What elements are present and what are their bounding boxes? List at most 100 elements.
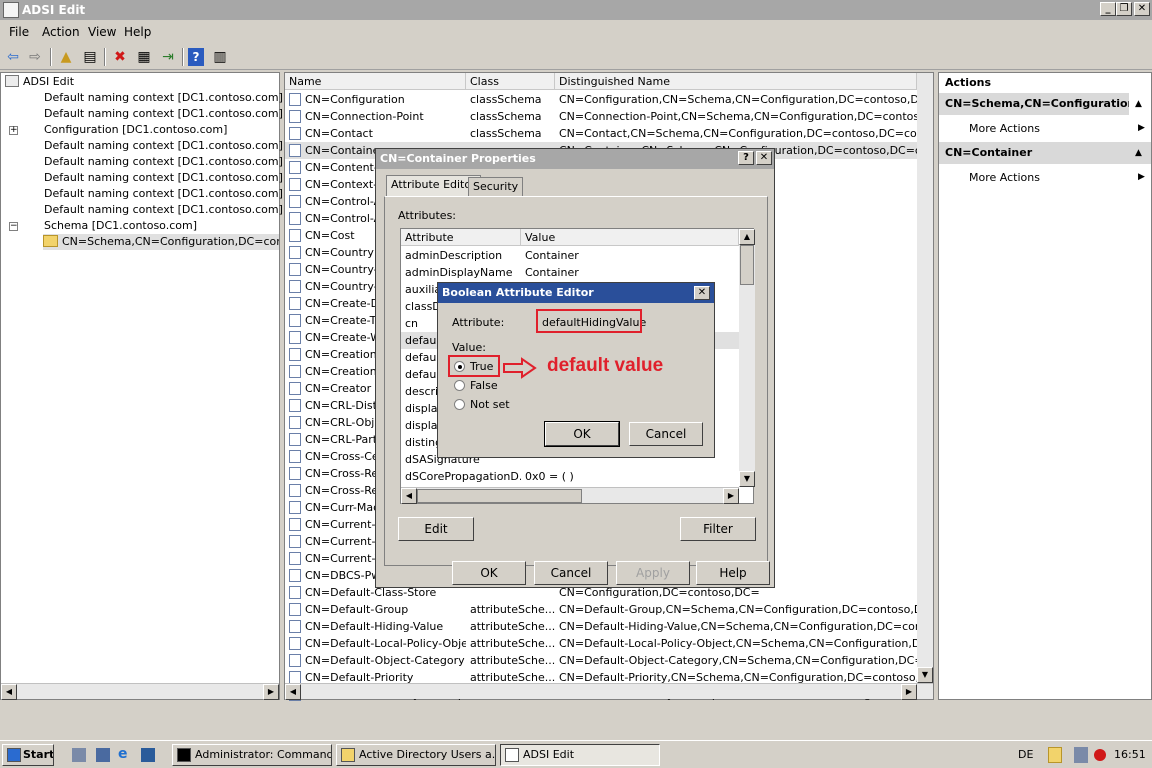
tab-attribute-editor[interactable]: Attribute Editor [386, 175, 481, 197]
menu-view[interactable]: View [88, 25, 116, 39]
cell-name: CN=Cost [305, 229, 355, 242]
show-hide-tree-icon[interactable]: ▤ [80, 47, 100, 67]
actions-section-container[interactable]: CN=Container [939, 142, 1151, 164]
column-header-class[interactable]: Class [466, 73, 555, 90]
tree-item[interactable]: Default naming context [DC1.contoso.com] [44, 170, 283, 186]
table-row[interactable]: CN=Default-Local-Policy-Object attributeS… [285, 635, 917, 652]
schema-object-icon [289, 178, 301, 191]
collapse-toggle[interactable]: − [9, 222, 18, 231]
column-header-attribute[interactable]: Attribute [401, 229, 521, 246]
clock[interactable]: 16:51 [1114, 748, 1146, 761]
tray-network-icon[interactable] [1074, 747, 1088, 763]
toolbar: ⇦ ⇨ ▲ ▤ ✖ ▦ ⇥ ? ▥ [0, 44, 1152, 70]
close-button[interactable]: ✕ [1134, 2, 1150, 16]
scroll-left-arrow-icon[interactable]: ◀ [401, 488, 417, 504]
tree-item[interactable]: Default naming context [DC1.contoso.com] [44, 106, 283, 122]
schema-object-icon [289, 93, 301, 106]
tray-folder-icon[interactable] [1048, 747, 1062, 763]
table-row[interactable]: CN=Default-Object-Category attributeSche.… [285, 652, 917, 669]
tree-item[interactable]: Default naming context [DC1.contoso.com] [44, 138, 283, 154]
internet-explorer-icon[interactable]: e [118, 746, 128, 762]
help-icon[interactable]: ? [188, 48, 204, 66]
scroll-thumb[interactable] [417, 489, 582, 503]
list-vertical-scrollbar[interactable]: ▼ [917, 73, 933, 683]
tree-item[interactable]: Configuration [DC1.contoso.com] [44, 122, 227, 138]
tree-item[interactable]: Default naming context [DC1.contoso.com] [44, 202, 283, 218]
filter-button[interactable]: Filter [680, 517, 756, 541]
table-row[interactable]: CN=Default-Hiding-Value attributeSche... C… [285, 618, 917, 635]
properties-icon[interactable]: ▦ [134, 47, 154, 67]
tree-root[interactable]: ADSI Edit [5, 74, 74, 90]
scroll-down-arrow-icon[interactable]: ▼ [739, 471, 755, 487]
bool-dialog-close-button[interactable]: ✕ [694, 286, 710, 300]
delete-icon[interactable]: ✖ [110, 47, 130, 67]
taskbar-command-prompt[interactable]: Administrator: Command... [172, 744, 332, 766]
dialog-help-button[interactable]: ? [738, 151, 754, 165]
tree-item[interactable]: Default naming context [DC1.contoso.com] [44, 90, 283, 106]
attribute-row[interactable]: dSCorePropagationD... 0x0 = ( ) [401, 468, 739, 485]
tree-horizontal-scrollbar[interactable]: ◀ ▶ [1, 683, 279, 700]
actions-section-schema[interactable]: CN=Schema,CN=Configuration,... [939, 93, 1129, 115]
table-row[interactable]: CN=Configuration classSchema CN=Configurat… [285, 91, 917, 108]
minimize-button[interactable]: _ [1100, 2, 1116, 16]
export-list-icon[interactable]: ⇥ [158, 47, 178, 67]
scroll-right-arrow-icon[interactable]: ▶ [901, 684, 917, 700]
menu-help[interactable]: Help [124, 25, 151, 39]
properties-help-button[interactable]: Help [696, 561, 770, 585]
scroll-down-arrow-icon[interactable]: ▼ [917, 667, 933, 683]
back-arrow-icon[interactable]: ⇦ [3, 47, 23, 67]
server-manager-icon[interactable] [72, 748, 86, 762]
language-indicator[interactable]: DE [1018, 748, 1033, 761]
more-actions-schema[interactable]: More Actions [969, 122, 1040, 135]
scroll-left-arrow-icon[interactable]: ◀ [285, 684, 301, 700]
scroll-right-arrow-icon[interactable]: ▶ [263, 684, 279, 700]
attributes-horizontal-scrollbar[interactable]: ◀ ▶ [401, 487, 739, 504]
tree-item[interactable]: Default naming context [DC1.contoso.com] [44, 154, 283, 170]
list-horizontal-scrollbar[interactable]: ◀ ▶ [285, 683, 933, 700]
collapse-arrow-icon[interactable]: ▲ [1135, 148, 1142, 158]
edit-button[interactable]: Edit [398, 517, 474, 541]
menu-action[interactable]: Action [42, 25, 80, 39]
tree-item-schema[interactable]: Schema [DC1.contoso.com] [44, 218, 197, 234]
show-desktop-icon[interactable] [96, 748, 110, 762]
radio-not-set[interactable] [454, 399, 465, 410]
up-folder-icon[interactable]: ▲ [56, 47, 76, 67]
column-header-name[interactable]: Name [285, 73, 466, 90]
tree-item-schema-container[interactable]: CN=Schema,CN=Configuration,DC=contoso [43, 234, 279, 250]
menu-file[interactable]: File [9, 25, 29, 39]
show-action-pane-icon[interactable]: ▥ [210, 47, 230, 67]
tree-item[interactable]: Default naming context [DC1.contoso.com] [44, 186, 283, 202]
forward-arrow-icon[interactable]: ⇨ [25, 47, 45, 67]
scroll-right-arrow-icon[interactable]: ▶ [723, 488, 739, 504]
attribute-row[interactable]: adminDisplayName Container [401, 264, 739, 281]
properties-cancel-button[interactable]: Cancel [534, 561, 608, 585]
dialog-close-button[interactable]: ✕ [756, 151, 772, 165]
start-button[interactable]: Start [2, 744, 54, 766]
attribute-row[interactable]: adminDescription Container [401, 247, 739, 264]
powershell-icon[interactable] [141, 748, 155, 762]
tab-security[interactable]: Security [468, 177, 524, 197]
cell-class: classSchema [470, 110, 542, 123]
table-row[interactable]: CN=Default-Group attributeSche... CN=Defau… [285, 601, 917, 618]
taskbar-adsi-edit[interactable]: ADSI Edit [500, 744, 660, 766]
attributes-vertical-scrollbar[interactable]: ▲ ▼ [739, 229, 755, 487]
table-row[interactable]: CN=Connection-Point classSchema CN=Connect… [285, 108, 917, 125]
scroll-thumb[interactable] [740, 245, 754, 285]
cell-name: CN=Default-Object-Category [305, 654, 465, 667]
scroll-up-arrow-icon[interactable]: ▲ [739, 229, 755, 245]
more-actions-container[interactable]: More Actions [969, 171, 1040, 184]
bool-ok-button[interactable]: OK [544, 421, 620, 447]
properties-apply-button[interactable]: Apply [616, 561, 690, 585]
collapse-arrow-icon[interactable]: ▲ [1135, 99, 1142, 109]
bool-cancel-button[interactable]: Cancel [629, 422, 703, 446]
radio-false[interactable] [454, 380, 465, 391]
maximize-button[interactable]: ❐ [1116, 2, 1132, 16]
taskbar-ad-users[interactable]: Active Directory Users a... [336, 744, 496, 766]
column-header-dn[interactable]: Distinguished Name [555, 73, 917, 90]
column-header-value[interactable]: Value [521, 229, 739, 246]
expand-toggle[interactable]: + [9, 126, 18, 135]
tray-sound-muted-icon[interactable] [1094, 749, 1106, 761]
scroll-left-arrow-icon[interactable]: ◀ [1, 684, 17, 700]
properties-ok-button[interactable]: OK [452, 561, 526, 585]
table-row[interactable]: CN=Contact classSchema CN=Contact,CN=Schem… [285, 125, 917, 142]
